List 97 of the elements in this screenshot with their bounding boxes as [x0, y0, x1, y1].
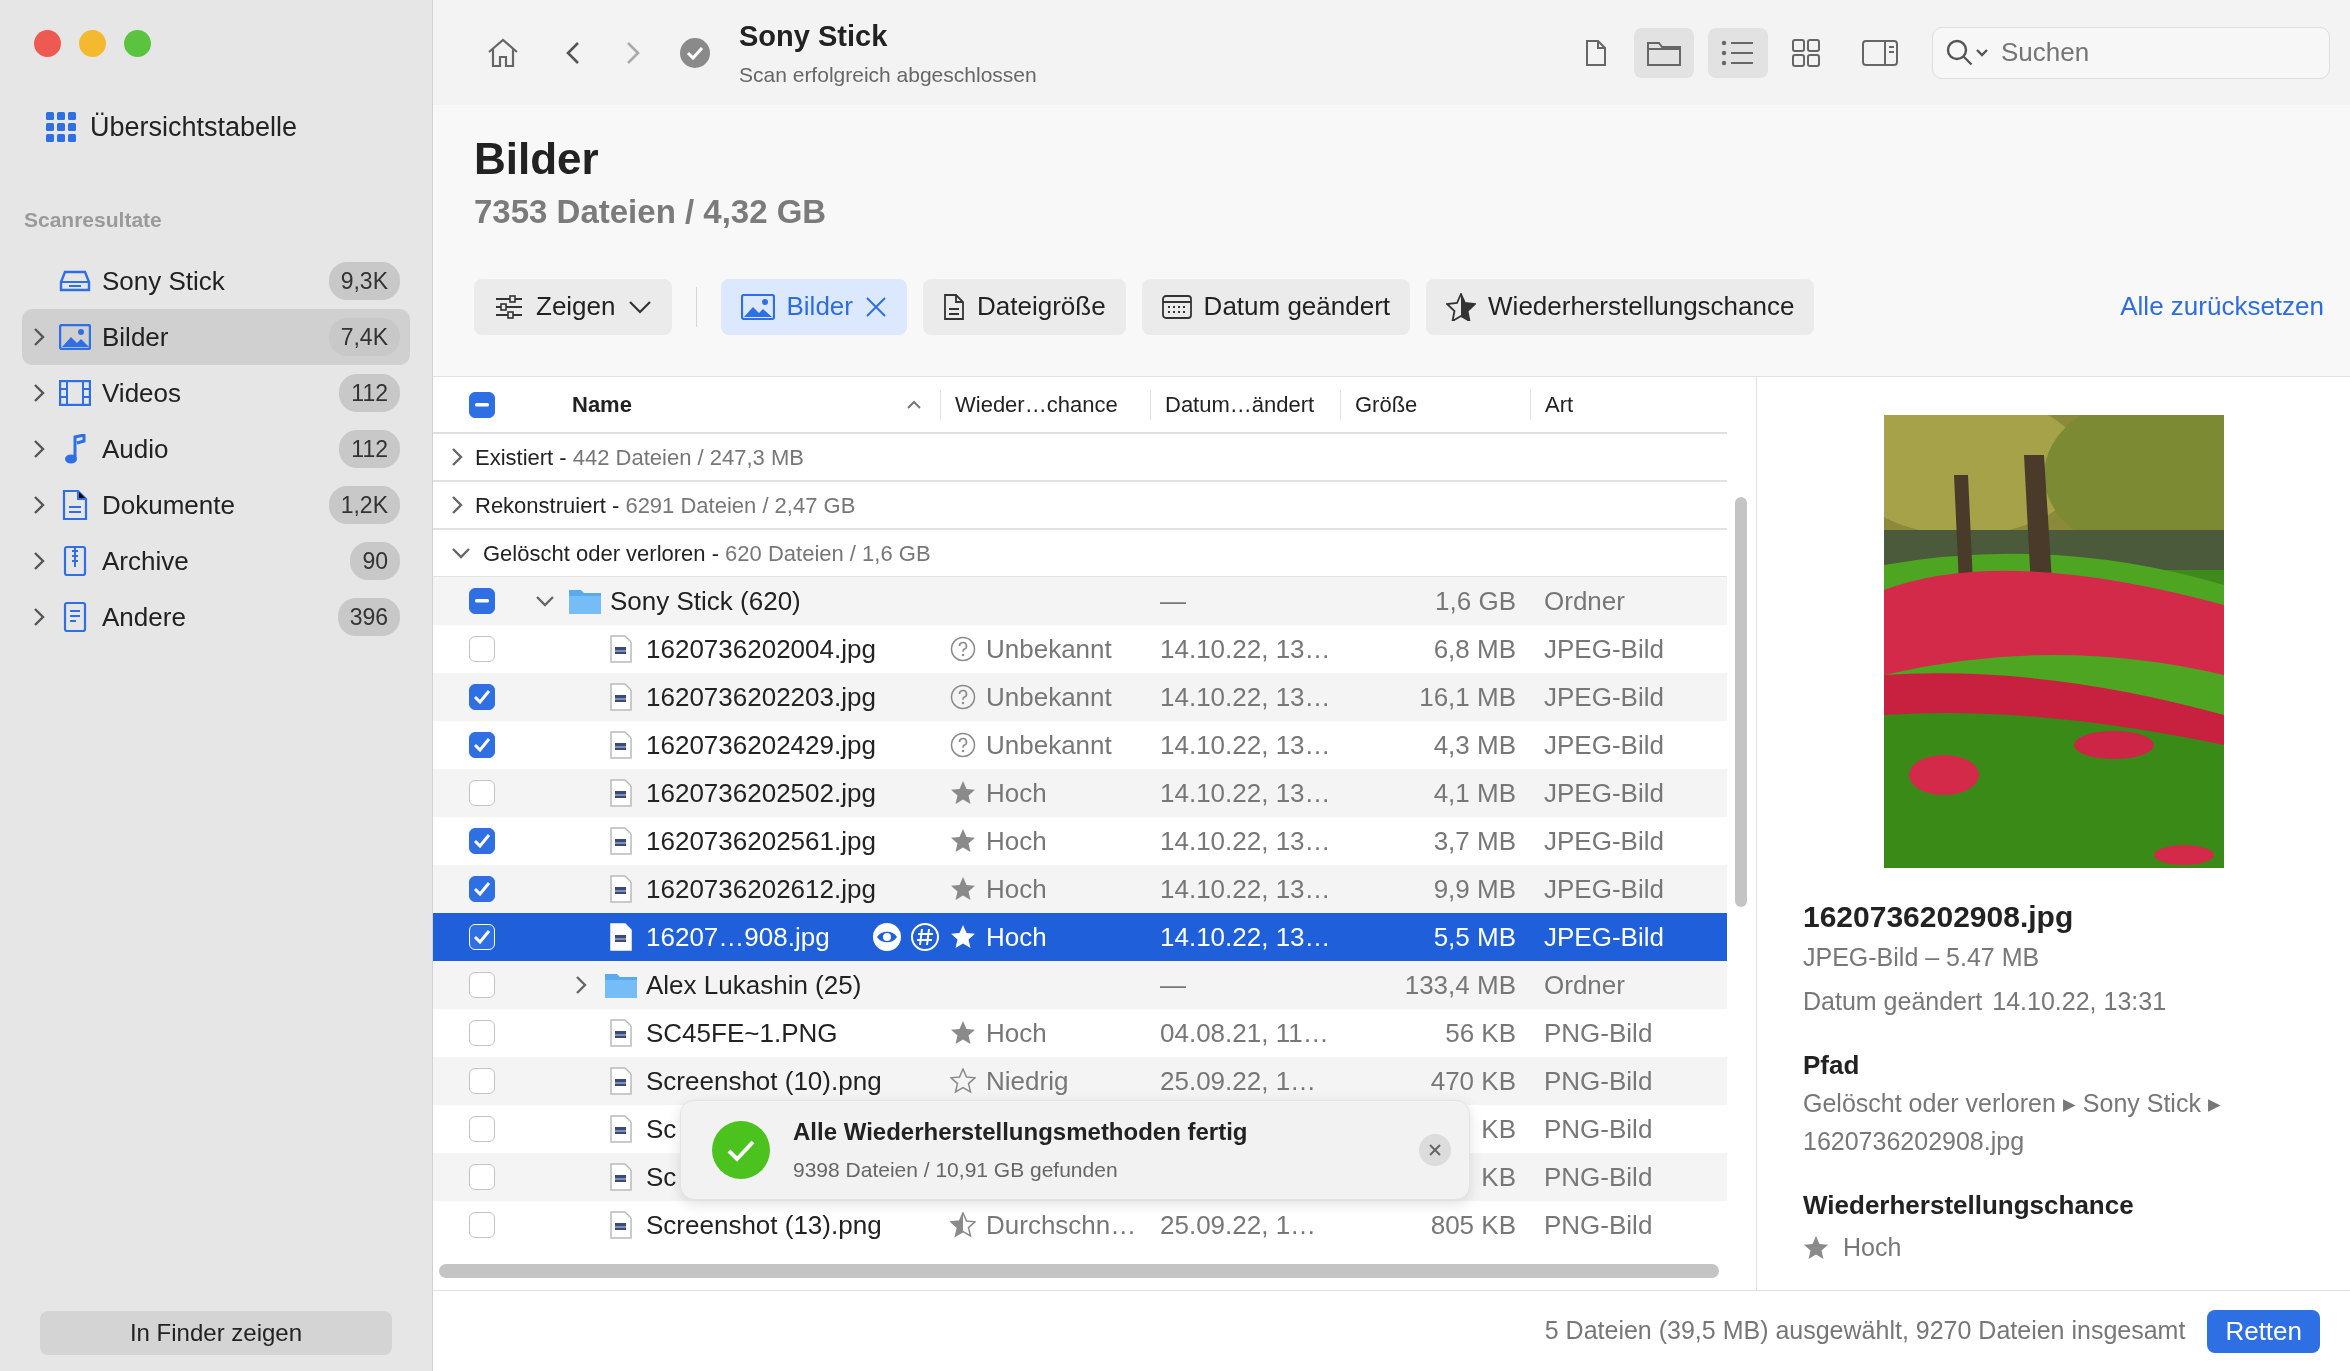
file-path: Gelöscht oder verloren ▸ Sony Stick ▸ 1620736202908.jpg: [1803, 1088, 2222, 1157]
date-value: 14.10.22, 13:31: [1992, 986, 2167, 1015]
chance-label: Niedrig: [986, 1064, 1069, 1098]
date-cell: 14.10.22, 13…: [1160, 729, 1331, 760]
size-cell: 5,5 MB: [1433, 921, 1516, 952]
size-cell: 805 KB: [1430, 1209, 1516, 1240]
chance-label: Unbekannt: [986, 632, 1112, 666]
type-cell: JPEG-Bild: [1544, 633, 1664, 664]
date-cell: 14.10.22, 13…: [1160, 777, 1331, 808]
item-label: Videos: [102, 376, 182, 410]
chance-label: Unbekannt: [986, 680, 1112, 714]
type-cell: PNG-Bild: [1544, 1209, 1653, 1240]
chance-label: Hoch: [986, 920, 1047, 954]
file-name: Sc: [646, 1112, 677, 1146]
status-text: 5 Dateien (39,5 MB) ausgewählt, 9270 Dateien insgesamt: [1544, 1315, 2186, 1347]
size-cell: 56 KB: [1445, 1017, 1516, 1048]
section-heading: Wiederherstellungschance: [1803, 1189, 2135, 1222]
file-name: 1620736202429.jpg: [646, 728, 876, 762]
type-cell: PNG-Bild: [1544, 1113, 1653, 1144]
toast-title: Alle Wiederherstellungsmethoden fertig: [793, 1117, 1248, 1148]
file-name: 1620736202561.jpg: [646, 824, 876, 858]
group-label: Existiert - 442 Dateien / 247,3 MB: [475, 443, 804, 472]
section-title: Scanresultate: [23, 206, 163, 233]
size-cell: 1,6 GB: [1435, 585, 1516, 616]
file-name: 1620736202203.jpg: [646, 680, 876, 714]
chance-label: Hoch: [986, 1016, 1047, 1050]
chance-label: Unbekannt: [986, 728, 1112, 762]
size-cell: 4,3 MB: [1433, 729, 1516, 760]
type-cell: Ordner: [1544, 969, 1625, 1000]
size-cell: 16,1 MB: [1419, 681, 1516, 712]
file-info: JPEG-Bild – 5.47 MB: [1803, 942, 2041, 973]
type-cell: Ordner: [1544, 585, 1625, 616]
type-cell: PNG-Bild: [1544, 1017, 1653, 1048]
size-cell: KB: [1481, 1161, 1516, 1192]
preview-filename: 1620736202908.jpg: [1803, 899, 2075, 935]
section-heading: Pfad: [1803, 1049, 1861, 1082]
chance-label: Hoch: [986, 872, 1047, 906]
item-label: Bilder: [102, 320, 169, 354]
count-badge: 90: [350, 541, 400, 581]
date-cell: 14.10.22, 13…: [1160, 921, 1331, 952]
type-cell: JPEG-Bild: [1544, 681, 1664, 712]
type-cell: JPEG-Bild: [1544, 921, 1664, 952]
size-cell: 133,4 MB: [1404, 969, 1516, 1000]
date-cell: 04.08.21, 11…: [1160, 1017, 1329, 1048]
size-cell: 3,7 MB: [1433, 825, 1516, 856]
date-cell: 25.09.22, 1…: [1160, 1065, 1317, 1096]
item-label: Dokumente: [102, 488, 235, 522]
type-cell: PNG-Bild: [1544, 1161, 1653, 1192]
count-badge: 396: [337, 597, 400, 637]
size-cell: 4,1 MB: [1433, 777, 1516, 808]
chance-label: Hoch: [986, 824, 1047, 858]
date-cell: —: [1160, 969, 1186, 1000]
date-cell: 14.10.22, 13…: [1160, 633, 1331, 664]
chance-label: Hoch: [986, 776, 1047, 810]
date-cell: 14.10.22, 13…: [1160, 681, 1331, 712]
count-badge: 112: [339, 373, 400, 413]
file-name: Screenshot (13).png: [646, 1208, 882, 1242]
toast-message: 9398 Dateien / 10,91 GB gefunden: [793, 1157, 1119, 1184]
type-cell: JPEG-Bild: [1544, 873, 1664, 904]
count-badge: 112: [339, 429, 400, 469]
chance-label: Hoch: [1843, 1232, 1902, 1263]
size-cell: KB: [1481, 1113, 1516, 1144]
file-name: 16207…908.jpg: [646, 920, 830, 954]
file-name: Sc: [646, 1160, 677, 1194]
count-badge: 1,2K: [328, 485, 400, 525]
page-title: Bilder: [474, 135, 600, 184]
type-cell: PNG-Bild: [1544, 1065, 1653, 1096]
count-badge: 7,4K: [328, 317, 400, 357]
item-label: Archive: [102, 544, 189, 578]
file-name: Screenshot (10).png: [646, 1064, 882, 1098]
file-name: 1620736202612.jpg: [646, 872, 876, 906]
date-cell: 14.10.22, 13…: [1160, 825, 1331, 856]
type-cell: JPEG-Bild: [1544, 777, 1664, 808]
group-label: Gelöscht oder verloren - 620 Dateien / 1,6 GB: [483, 539, 931, 568]
item-label: Andere: [102, 600, 186, 634]
count-badge: 9,3K: [328, 261, 400, 301]
type-cell: JPEG-Bild: [1544, 825, 1664, 856]
date-cell: —: [1160, 585, 1186, 616]
file-name: Sony Stick (620): [610, 584, 801, 618]
date-cell: 14.10.22, 13…: [1160, 873, 1331, 904]
window-title: Sony Stick: [739, 19, 889, 54]
group-label: Rekonstruiert - 6291 Dateien / 2,47 GB: [475, 491, 856, 520]
window-subtitle: Scan erfolgreich abgeschlossen: [739, 61, 1037, 88]
type-cell: JPEG-Bild: [1544, 729, 1664, 760]
item-label: Audio: [102, 432, 169, 466]
file-name: 1620736202502.jpg: [646, 776, 876, 810]
size-cell: 470 KB: [1430, 1065, 1516, 1096]
file-name: SC45FE~1.PNG: [646, 1016, 838, 1050]
size-cell: 9,9 MB: [1433, 873, 1516, 904]
page-summary: 7353 Dateien / 4,32 GB: [474, 192, 828, 233]
file-name: Alex Lukashin (25): [646, 968, 862, 1002]
file-name: 1620736202004.jpg: [646, 632, 876, 666]
chance-label: Durchschn…: [986, 1208, 1137, 1242]
item-label: Sony Stick: [102, 264, 225, 298]
size-cell: 6,8 MB: [1433, 633, 1516, 664]
date-cell: 25.09.22, 1…: [1160, 1209, 1317, 1240]
date-label: Datum geändert: [1803, 986, 1983, 1015]
